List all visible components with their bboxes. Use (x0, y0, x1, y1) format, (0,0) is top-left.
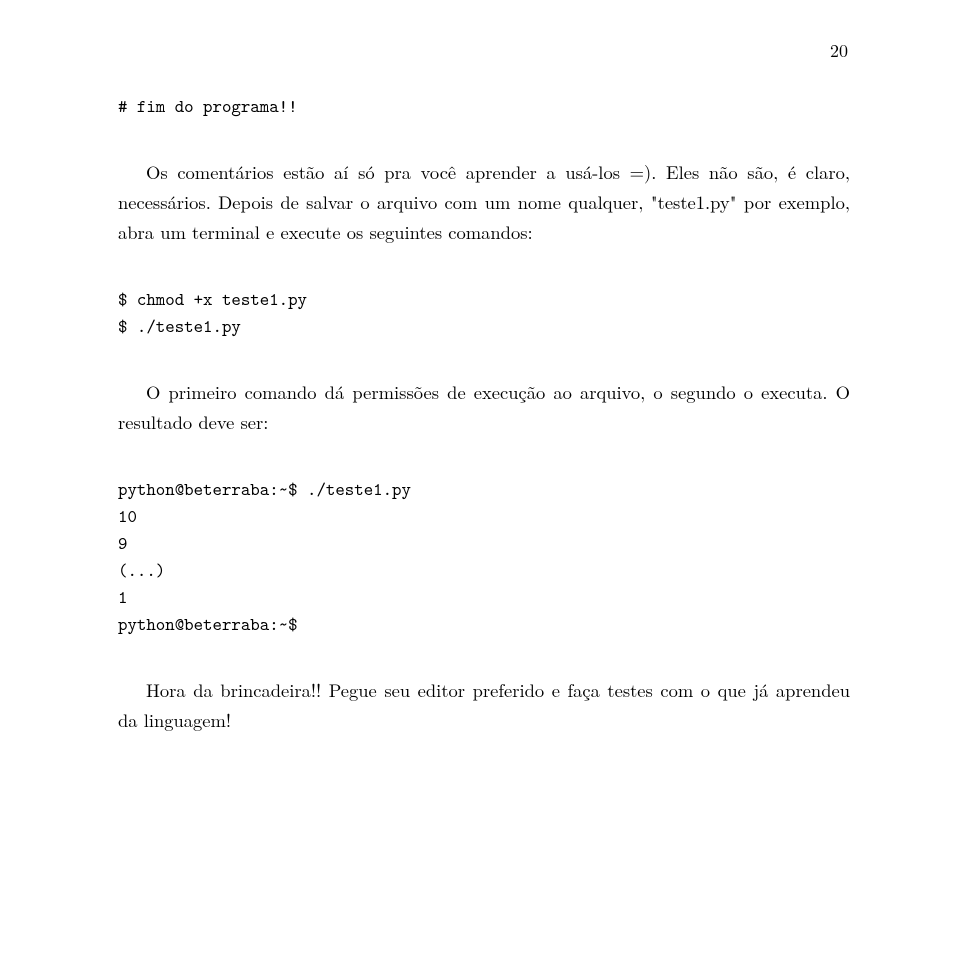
code-line: 9 (118, 531, 127, 555)
paragraph-3: Hora da brincadeira!! Pegue seu editor p… (118, 676, 850, 736)
code-line: 1 (118, 585, 127, 609)
code-line: (...) (118, 558, 165, 582)
code-block-1: # fim do programa!! (118, 93, 850, 120)
code-block-2: $ chmod +x teste1.py $ ./teste1.py (118, 286, 850, 340)
code-block-3: python@beterraba:~$ ./teste1.py 10 9 (..… (118, 476, 850, 638)
code-line: 10 (118, 504, 137, 528)
page-number: 20 (118, 38, 850, 63)
code-line: $ chmod +x teste1.py (118, 287, 307, 311)
code-line: python@beterraba:~$ (118, 612, 298, 636)
paragraph-1: Os comentários estão aí só pra você apre… (118, 158, 850, 248)
paragraph-2: O primeiro comando dá permissões de exec… (118, 378, 850, 438)
code-line: python@beterraba:~$ ./teste1.py (118, 477, 411, 501)
code-line: $ ./teste1.py (118, 314, 241, 338)
page-container: 20 # fim do programa!! Os comentários es… (0, 0, 960, 776)
